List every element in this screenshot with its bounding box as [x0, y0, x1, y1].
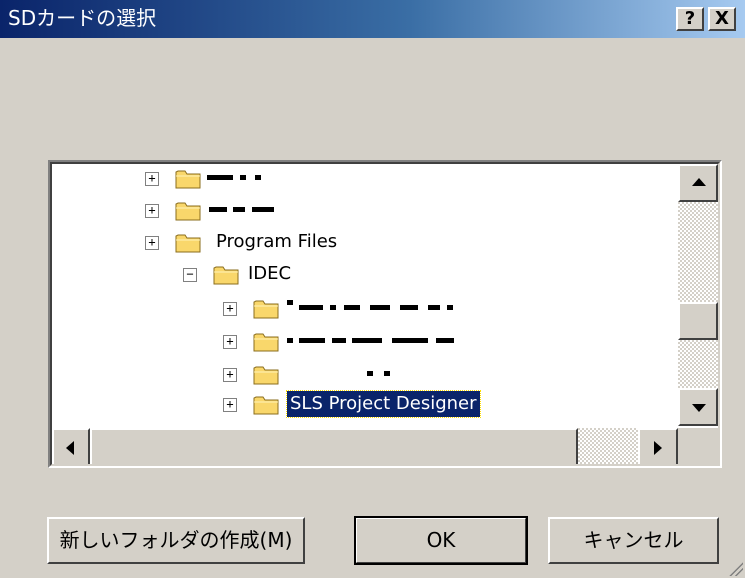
close-button[interactable]: X [708, 7, 736, 31]
tree-item[interactable]: + [52, 164, 674, 194]
folder-icon [253, 300, 279, 319]
collapse-icon[interactable]: − [183, 268, 197, 282]
expand-icon[interactable]: + [223, 368, 237, 382]
expand-icon[interactable]: + [223, 302, 237, 316]
folder-icon [253, 366, 279, 385]
expand-icon[interactable]: + [145, 236, 159, 250]
folder-icon [175, 202, 201, 221]
redacted-label [344, 305, 360, 310]
scrollbar-corner [678, 428, 718, 464]
scroll-up-button[interactable] [678, 164, 718, 202]
folder-open-icon [213, 266, 239, 285]
tree-item[interactable]: + [52, 360, 674, 390]
arrow-left-icon [66, 441, 74, 455]
ok-button[interactable]: OK [354, 516, 528, 565]
folder-tree-panel: + + + Program Files − IDEC + + + + SLS P… [48, 160, 722, 468]
redacted-label [400, 305, 418, 310]
expand-icon[interactable]: + [223, 398, 237, 412]
redacted-label [240, 175, 246, 180]
title-bar[interactable]: SDカードの選択 ? X [0, 0, 745, 38]
folder-icon [175, 423, 203, 426]
horizontal-scroll-thumb[interactable] [90, 428, 578, 464]
folder-tree[interactable]: + + + Program Files − IDEC + + + + SLS P… [52, 164, 674, 426]
scroll-down-button[interactable] [678, 388, 718, 426]
scroll-right-button[interactable] [638, 428, 678, 464]
vertical-scroll-thumb[interactable] [678, 302, 718, 340]
tree-item-label: IDEC [248, 263, 292, 284]
redacted-label [255, 175, 261, 180]
tree-item[interactable]: − IDEC [52, 260, 674, 290]
tree-item[interactable]: + [52, 294, 674, 324]
vertical-scrollbar[interactable] [678, 164, 718, 426]
resize-grip-icon[interactable] [729, 562, 743, 576]
window-title: SDカードの選択 [8, 6, 157, 30]
new-folder-button[interactable]: 新しいフォルダの作成(M) [47, 517, 305, 564]
redacted-label [428, 305, 440, 310]
folder-icon [175, 170, 201, 189]
tree-item[interactable]: + [52, 327, 674, 357]
redacted-label [436, 338, 454, 343]
redacted-label [207, 175, 233, 180]
redacted-label [287, 300, 293, 305]
tree-item-label: Program Files [216, 231, 338, 252]
scroll-left-button[interactable] [52, 428, 90, 464]
folder-icon [253, 333, 279, 352]
redacted-label [447, 305, 453, 310]
redacted-label [252, 207, 274, 212]
tree-item[interactable]: + SLS Project Designer [52, 390, 674, 420]
redacted-label [233, 207, 245, 212]
tree-item[interactable]: + [52, 420, 674, 426]
redacted-label [330, 305, 336, 310]
arrow-down-icon [692, 404, 706, 412]
help-button[interactable]: ? [676, 7, 704, 31]
tree-item[interactable]: + Program Files [52, 228, 674, 258]
expand-icon[interactable]: + [145, 172, 159, 186]
redacted-label [287, 338, 293, 343]
tree-item-label-selected: SLS Project Designer [286, 390, 481, 418]
redacted-label [370, 305, 390, 310]
arrow-right-icon [654, 441, 662, 455]
redacted-label [209, 207, 227, 212]
expand-icon[interactable]: + [223, 335, 237, 349]
cancel-button[interactable]: キャンセル [548, 517, 719, 564]
redacted-label [367, 371, 373, 376]
tree-item[interactable]: + [52, 196, 674, 226]
redacted-label [332, 338, 346, 343]
redacted-label [299, 338, 325, 343]
expand-icon[interactable]: + [145, 204, 159, 218]
folder-icon [253, 396, 279, 415]
redacted-label [352, 338, 382, 343]
folder-icon [175, 234, 201, 253]
redacted-label [299, 305, 323, 310]
arrow-up-icon [692, 178, 706, 186]
horizontal-scrollbar[interactable] [52, 428, 678, 464]
redacted-label [384, 371, 390, 376]
redacted-label [392, 338, 428, 343]
